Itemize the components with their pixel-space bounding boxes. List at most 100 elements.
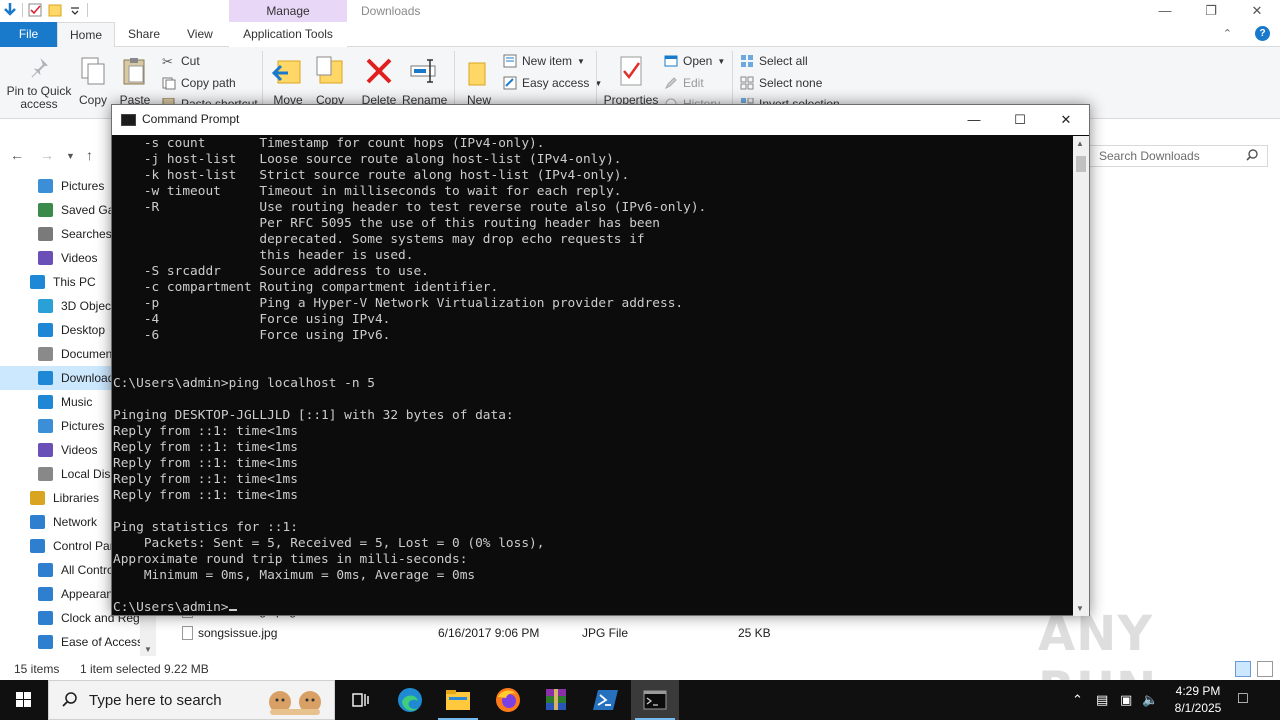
pictures-icon xyxy=(38,419,53,433)
forward-arrow-icon[interactable]: → xyxy=(40,147,54,163)
cmd-close-button[interactable]: ✕ xyxy=(1043,105,1089,135)
scroll-down-icon[interactable]: ▼ xyxy=(144,645,152,654)
open-button[interactable]: Open ▼ xyxy=(664,54,725,68)
back-arrow-icon[interactable]: ← xyxy=(10,147,24,163)
select-none-icon xyxy=(740,76,754,90)
videos-icon xyxy=(38,251,53,265)
move-to-icon xyxy=(271,60,301,84)
console-line: Minimum = 0ms, Maximum = 0ms, Average = … xyxy=(113,568,476,583)
file-type: JPG File xyxy=(582,626,629,640)
console-line: -c compartment Routing compartment ident… xyxy=(113,280,499,295)
manage-contextual-tab[interactable]: Manage xyxy=(229,0,347,22)
firefox-taskbar-button[interactable] xyxy=(484,680,532,720)
network-tray-icon[interactable]: ▤ xyxy=(1096,692,1108,708)
select-all-button[interactable]: Select all xyxy=(740,54,808,68)
down-arrow-icon[interactable] xyxy=(2,2,18,18)
file-size: 25 KB xyxy=(738,626,771,640)
command-prompt-taskbar-button[interactable] xyxy=(631,680,679,720)
select-none-label: Select none xyxy=(759,76,823,90)
show-hidden-icons-icon[interactable]: ⌃ xyxy=(1072,692,1083,708)
restore-button[interactable]: ❐ xyxy=(1188,0,1234,22)
customize-qat-icon[interactable] xyxy=(67,2,83,18)
copy-button[interactable]: Copy xyxy=(76,55,110,107)
ease-of-access-icon xyxy=(38,635,53,649)
copy-to-button[interactable]: Copy xyxy=(312,55,348,107)
tab-home[interactable]: Home xyxy=(57,22,116,48)
copy-to-icon xyxy=(316,56,343,84)
dropdown-arrow-icon: ▼ xyxy=(717,56,726,66)
edge-taskbar-button[interactable] xyxy=(386,680,434,720)
volume-icon[interactable]: 🔈 xyxy=(1142,692,1158,708)
properties-button[interactable]: Properties xyxy=(602,55,660,107)
tab-file[interactable]: File xyxy=(0,22,57,47)
move-to-button[interactable]: Move xyxy=(270,55,306,107)
rename-button[interactable]: Rename xyxy=(402,55,447,107)
notifications-icon[interactable]: □ xyxy=(1238,690,1248,708)
sidebar-item-label: Desktop xyxy=(61,323,106,337)
search-icon xyxy=(62,692,77,707)
scrollbar-thumb[interactable] xyxy=(1076,156,1086,172)
tab-share[interactable]: Share xyxy=(116,22,172,47)
properties-icon xyxy=(620,56,642,86)
start-button[interactable] xyxy=(0,680,48,720)
console-line: -S srcaddr Source address to use. xyxy=(113,264,429,279)
cmd-titlebar[interactable]: Command Prompt — ☐ ✕ xyxy=(112,105,1089,135)
console-scrollbar[interactable]: ▲ ▼ xyxy=(1073,136,1089,616)
command-prompt-window[interactable]: Command Prompt — ☐ ✕ -s count Timestamp … xyxy=(111,104,1090,616)
pin-to-quick-access-button[interactable]: Pin to Quick access xyxy=(6,55,72,111)
copy-path-button[interactable]: Copy path xyxy=(162,76,236,90)
search-highlight-icon xyxy=(269,691,321,715)
console-output[interactable]: -s count Timestamp for count hops (IPv4-… xyxy=(112,136,1073,616)
file-row[interactable]: songsissue.jpg 6/16/2017 9:06 PM JPG File 2… xyxy=(160,622,1080,644)
taskbar-search-box[interactable]: Type here to search xyxy=(48,680,335,720)
up-arrow-icon[interactable]: ↑ xyxy=(86,147,93,163)
new-folder-button[interactable]: New xyxy=(462,55,496,107)
downloads-icon xyxy=(38,371,53,385)
new-folder-qat-icon[interactable] xyxy=(47,2,63,18)
recent-locations-icon[interactable]: ▼ xyxy=(66,151,75,161)
chevron-up-icon[interactable]: ⌃ xyxy=(1223,27,1232,40)
console-line: Reply from ::1: time<1ms xyxy=(113,488,298,503)
new-item-button[interactable]: New item ▼ xyxy=(503,54,585,68)
console-line: -4 Force using IPv4. xyxy=(113,312,391,327)
scroll-up-icon[interactable]: ▲ xyxy=(1076,139,1084,148)
new-item-label: New item xyxy=(522,54,573,68)
console-line: Approximate round trip times in milli-se… xyxy=(113,552,468,567)
help-icon[interactable]: ? xyxy=(1255,26,1270,41)
copy-path-label: Copy path xyxy=(181,76,236,90)
winrar-taskbar-button[interactable] xyxy=(532,680,580,720)
ribbon-tabs: File Home Share View Application Tools ⌃… xyxy=(0,22,1280,48)
cut-button[interactable]: ✂ Cut xyxy=(162,54,200,69)
console-line: -k host-list Strict source route along h… xyxy=(113,168,630,183)
paste-button[interactable]: Paste xyxy=(116,55,154,107)
cmd-minimize-button[interactable]: — xyxy=(951,105,997,135)
scroll-down-icon[interactable]: ▼ xyxy=(1076,604,1084,613)
search-placeholder: Search Downloads xyxy=(1099,149,1200,163)
sidebar-item[interactable]: Ease of Access xyxy=(0,630,150,654)
easy-access-button[interactable]: Easy access ▼ xyxy=(503,76,602,90)
search-input[interactable]: Search Downloads xyxy=(1086,145,1268,167)
powershell-taskbar-button[interactable] xyxy=(582,680,630,720)
edit-button[interactable]: Edit xyxy=(664,76,704,90)
ethernet-icon[interactable]: ▣ xyxy=(1120,692,1132,708)
sidebar-item-label: Searches xyxy=(61,227,112,241)
select-none-button[interactable]: Select none xyxy=(740,76,822,90)
console-line: Reply from ::1: time<1ms xyxy=(113,456,298,471)
taskbar-clock[interactable]: 4:29 PM 8/1/2025 xyxy=(1164,683,1232,717)
close-button[interactable]: ✕ xyxy=(1234,0,1280,22)
tab-view[interactable]: View xyxy=(175,22,225,47)
task-view-button[interactable] xyxy=(336,680,384,720)
minimize-button[interactable]: — xyxy=(1142,0,1188,22)
select-all-label: Select all xyxy=(759,54,808,68)
pin-label: Pin to Quick access xyxy=(6,84,72,111)
open-label: Open xyxy=(683,54,713,68)
clock-time: 4:29 PM xyxy=(1175,684,1221,698)
file-explorer-taskbar-button[interactable] xyxy=(434,680,482,720)
console-prompt-line[interactable]: C:\Users\admin> xyxy=(113,600,1073,616)
tab-application-tools[interactable]: Application Tools xyxy=(229,22,347,47)
delete-button[interactable]: Delete xyxy=(360,55,398,107)
cmd-maximize-button[interactable]: ☐ xyxy=(997,105,1043,135)
properties-qat-icon[interactable] xyxy=(27,2,43,18)
